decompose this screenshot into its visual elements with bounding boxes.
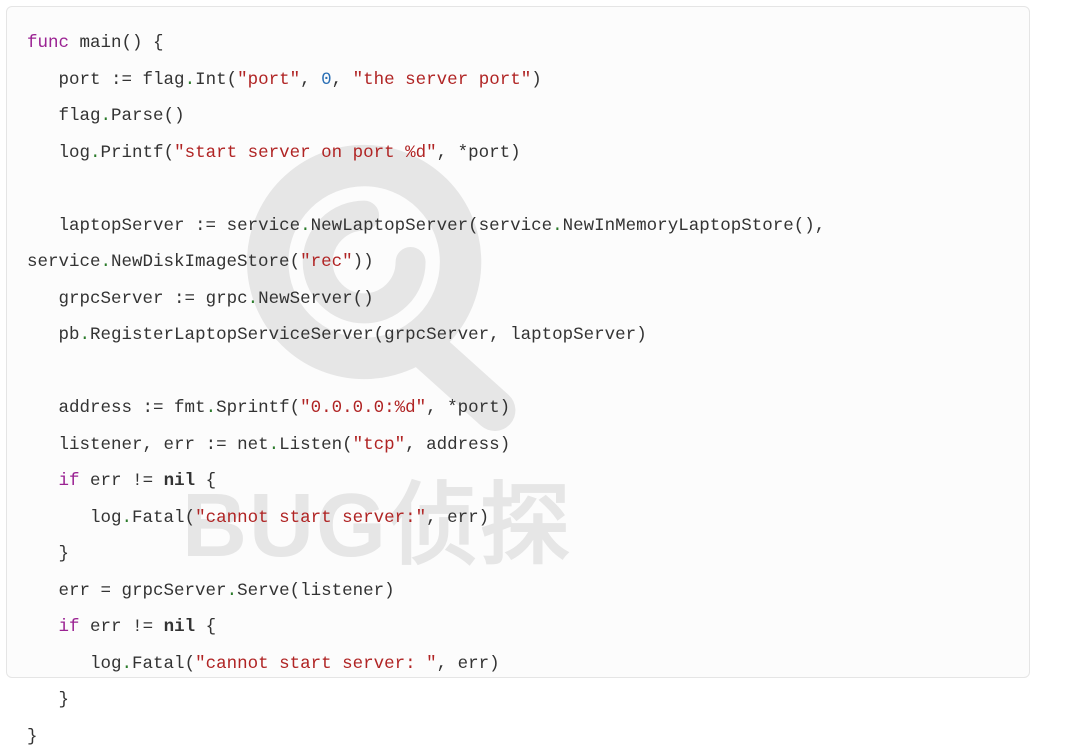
string-literal: "tcp" [353, 435, 406, 455]
ident: err [90, 471, 122, 491]
code-content: func main() { port := flag.Int("port", 0… [27, 25, 1009, 755]
ident: port [458, 398, 500, 418]
ident: Serve [237, 581, 290, 601]
ident: NewServer [258, 289, 353, 309]
keyword-if: if [59, 471, 80, 491]
ident: listener [59, 435, 143, 455]
ident: listener [300, 581, 384, 601]
ident: err [447, 508, 479, 528]
ident: err [458, 654, 490, 674]
ident: Fatal [132, 508, 185, 528]
string-literal: "port" [237, 70, 300, 90]
string-literal: "0.0.0.0:%d" [300, 398, 426, 418]
ident: service [227, 216, 301, 236]
ident: fmt [174, 398, 206, 418]
ident: Fatal [132, 654, 185, 674]
code-block: BUG侦探 func main() { port := flag.Int("po… [6, 6, 1030, 678]
number-literal: 0 [321, 70, 332, 90]
ident: service [479, 216, 553, 236]
ident: log [90, 508, 122, 528]
ident: main [80, 33, 122, 53]
ident: Int [195, 70, 227, 90]
string-literal: "start server on port %d" [174, 143, 437, 163]
ident: Parse [111, 106, 164, 126]
ident: Printf [101, 143, 164, 163]
keyword-nil: nil [164, 471, 196, 491]
ident: grpc [206, 289, 248, 309]
ident: grpcServer [384, 325, 489, 345]
ident: port [59, 70, 101, 90]
ident: laptopServer [59, 216, 185, 236]
ident: address [426, 435, 500, 455]
ident: flag [143, 70, 185, 90]
ident: err [59, 581, 91, 601]
ident: port [468, 143, 510, 163]
ident: NewLaptopServer [311, 216, 469, 236]
ident: err [90, 617, 122, 637]
ident: log [59, 143, 91, 163]
keyword-func: func [27, 33, 69, 53]
string-literal: "the server port" [353, 70, 532, 90]
ident: Sprintf [216, 398, 290, 418]
ident: NewDiskImageStore [111, 252, 290, 272]
keyword-if: if [59, 617, 80, 637]
ident: net [237, 435, 269, 455]
ident: flag [59, 106, 101, 126]
ident: log [90, 654, 122, 674]
ident: grpcServer [59, 289, 164, 309]
ident: grpcServer [122, 581, 227, 601]
ident: Listen [279, 435, 342, 455]
ident: service [27, 252, 101, 272]
ident: address [59, 398, 133, 418]
ident: NewInMemoryLaptopStore [563, 216, 794, 236]
ident: RegisterLaptopServiceServer [90, 325, 374, 345]
string-literal: "cannot start server: " [195, 654, 437, 674]
ident: laptopServer [510, 325, 636, 345]
string-literal: "rec" [300, 252, 353, 272]
string-literal: "cannot start server:" [195, 508, 426, 528]
ident: err [164, 435, 196, 455]
keyword-nil: nil [164, 617, 196, 637]
ident: pb [59, 325, 80, 345]
